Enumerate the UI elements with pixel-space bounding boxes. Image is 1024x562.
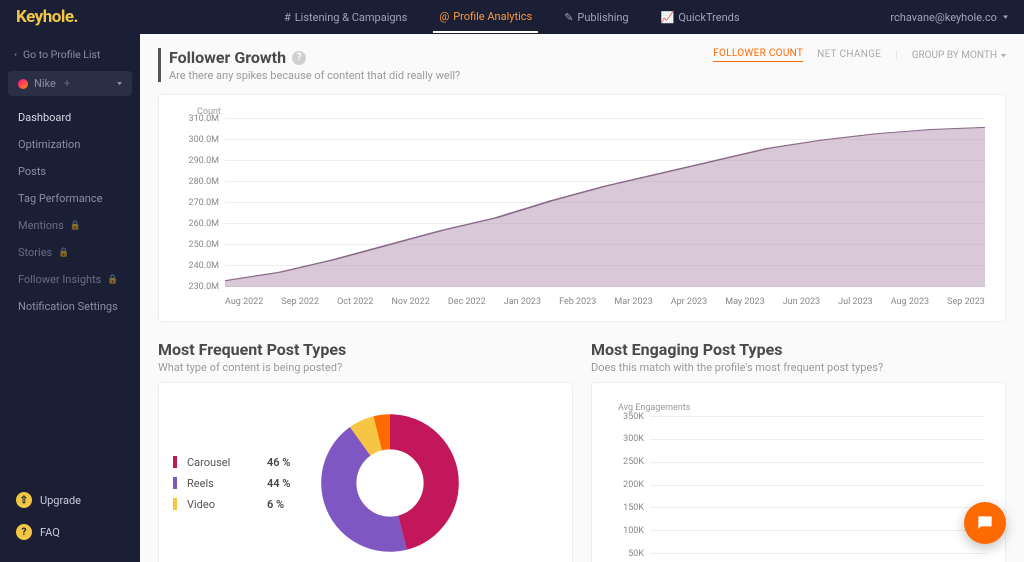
help-icon[interactable]: ? — [292, 51, 306, 65]
sidebar-item-posts[interactable]: Posts — [0, 158, 140, 185]
chevron-down-icon: ▾ — [117, 80, 122, 88]
topnav-item-listening-campaigns[interactable]: # Listening & Campaigns — [278, 2, 413, 33]
engaging-types-chart: Avg Engagements 50K100K150K200K250K300K3… — [591, 382, 1006, 562]
donut-chart — [310, 403, 470, 562]
section-title: Most Engaging Post Types — [591, 340, 782, 359]
back-label: Go to Profile List — [23, 48, 100, 61]
sidebar-item-follower-insights[interactable]: Follower Insights🔒 — [0, 266, 140, 293]
logo: Keyhole. — [16, 7, 78, 27]
legend-item: Video6 % — [173, 494, 290, 515]
chart-toggles: FOLLOWER COUNT NET CHANGE | GROUP BY MON… — [713, 48, 1006, 62]
sidebar-item-stories[interactable]: Stories🔒 — [0, 239, 140, 266]
user-menu[interactable]: rchavane@keyhole.co ▾ — [890, 11, 1008, 24]
topnav-item-quicktrends[interactable]: 📈 QuickTrends — [655, 2, 746, 33]
sidebar: ‹ Go to Profile List Nike + ▾ DashboardO… — [0, 34, 140, 562]
sidebar-item-optimization[interactable]: Optimization — [0, 131, 140, 158]
page-title: Follower Growth — [169, 48, 286, 67]
lock-icon: 🔒 — [58, 248, 69, 258]
chevron-down-icon: ▾ — [1003, 13, 1008, 21]
chart-legend: Carousel46 %Reels44 %Video6 % — [173, 452, 290, 515]
legend-item: Reels44 % — [173, 473, 290, 494]
profile-name: Nike — [34, 77, 56, 90]
faq-link[interactable]: ? FAQ — [0, 516, 140, 548]
sidebar-item-tag-performance[interactable]: Tag Performance — [0, 185, 140, 212]
section-subtitle: What type of content is being posted? — [158, 361, 573, 374]
chat-fab[interactable] — [964, 502, 1006, 544]
user-email: rchavane@keyhole.co — [890, 11, 997, 24]
section-title: Most Frequent Post Types — [158, 340, 346, 359]
topnav-item-profile-analytics[interactable]: @ Profile Analytics — [433, 2, 538, 33]
lock-icon: 🔒 — [70, 221, 81, 231]
group-by-dropdown[interactable]: GROUP BY MONTH▾ — [912, 50, 1006, 61]
back-to-profiles[interactable]: ‹ Go to Profile List — [0, 42, 140, 67]
post-types-chart: Carousel46 %Reels44 %Video6 % — [158, 382, 573, 562]
topnav-item-publishing[interactable]: ✎ Publishing — [558, 2, 634, 33]
sidebar-item-dashboard[interactable]: Dashboard — [0, 104, 140, 131]
topnav: # Listening & Campaigns @ Profile Analyti… — [278, 2, 746, 33]
section-subtitle: Does this match with the profile's most … — [591, 361, 1006, 374]
instagram-icon — [18, 79, 28, 89]
topbar: Keyhole. # Listening & Campaigns @ Profil… — [0, 0, 1024, 34]
section-subtitle: Are there any spikes because of content … — [169, 69, 460, 82]
upgrade-icon: ⇧ — [16, 492, 32, 508]
plus-icon: + — [64, 77, 70, 90]
follower-growth-chart: Count 230.0M240.0M250.0M260.0M270.0M280.… — [158, 94, 1006, 322]
chat-icon — [975, 513, 995, 533]
legend-item: Carousel46 % — [173, 452, 290, 473]
sidebar-item-notification-settings[interactable]: Notification Settings — [0, 293, 140, 320]
lock-icon: 🔒 — [107, 275, 118, 285]
content-area: Follower Growth ? Are there any spikes b… — [140, 34, 1024, 562]
toggle-net-change[interactable]: NET CHANGE — [817, 49, 881, 62]
question-icon: ? — [16, 524, 32, 540]
sidebar-item-mentions[interactable]: Mentions🔒 — [0, 212, 140, 239]
chevron-left-icon: ‹ — [14, 51, 17, 59]
toggle-follower-count[interactable]: FOLLOWER COUNT — [713, 48, 803, 62]
profile-selector[interactable]: Nike + ▾ — [8, 71, 132, 96]
upgrade-link[interactable]: ⇧ Upgrade — [0, 484, 140, 516]
